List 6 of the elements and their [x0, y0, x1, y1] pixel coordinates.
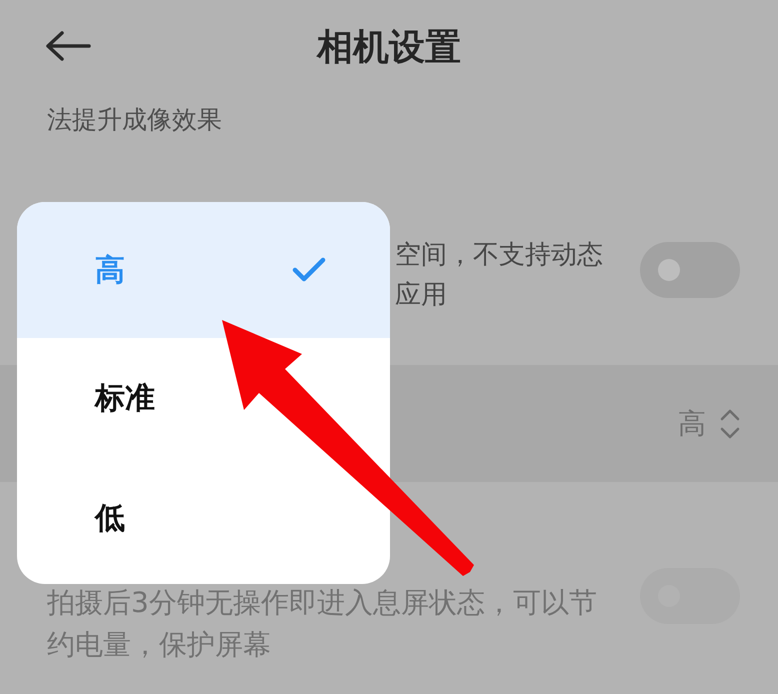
setting-description: 应用	[395, 279, 448, 312]
selected-value: 高	[678, 406, 706, 442]
setting-description: 拍摄后3分钟无操作即进入息屏状态，可以节约电量，保护屏幕	[47, 585, 598, 663]
page-title: 相机设置	[317, 26, 461, 70]
setting-description: 空间，不支持动态	[395, 239, 603, 272]
setting-description: 法提升成像效果	[46, 104, 223, 136]
